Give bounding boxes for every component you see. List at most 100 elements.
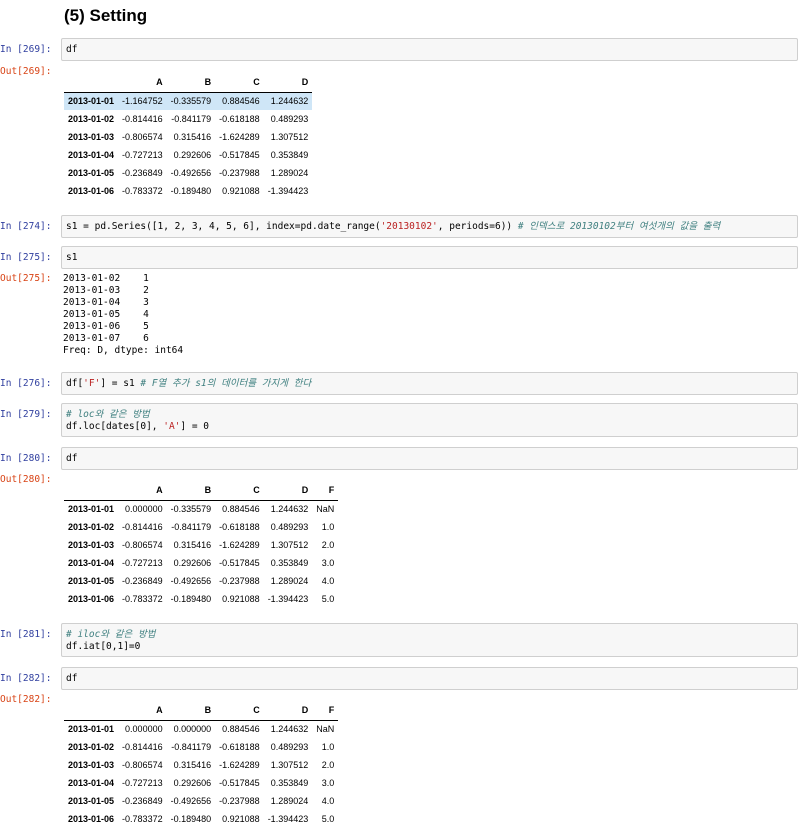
table-cell: -1.624289 [219, 760, 260, 770]
code-text: df.iat[0,1]=0 [66, 641, 141, 652]
row-index: 2013-01-04 [68, 150, 115, 160]
in-prompt-275: In [275]: [0, 252, 52, 263]
code-cell-269[interactable]: df [61, 38, 798, 61]
column-header: D [263, 73, 313, 93]
table-cell: 0.353849 [270, 778, 309, 788]
table-cell: -0.806574 [122, 132, 163, 142]
in-prompt-281: In [281]: [0, 629, 52, 640]
table-cell: -0.841179 [171, 114, 212, 124]
table-cell: 1.244632 [270, 504, 309, 515]
table-cell: -0.517845 [219, 558, 260, 568]
code-cell-279[interactable]: # loc와 같은 방법 df.loc[dates[0], 'A'] = 0 [61, 403, 798, 437]
table-cell: -0.236849 [122, 168, 163, 178]
table-cell: -0.618188 [219, 522, 260, 532]
in-prompt-279: In [279]: [0, 409, 52, 420]
table-cell: 4.0 [321, 576, 335, 586]
row-index: 2013-01-03 [68, 540, 115, 550]
code-cell-275[interactable]: s1 [61, 246, 798, 269]
table-cell: 0.353849 [270, 150, 309, 160]
index-header [64, 73, 119, 93]
table-cell: -0.517845 [219, 778, 260, 788]
table-row: 2013-01-03 -0.806574 0.315416 -1.624289 1.30… [64, 536, 338, 554]
table-cell: -0.814416 [122, 114, 163, 124]
index-header [64, 701, 119, 721]
table-cell: 2.0 [321, 760, 335, 770]
out-prompt-269: Out[269]: [0, 66, 52, 77]
table-cell: -1.394423 [267, 594, 309, 604]
table-row: 2013-01-05 -0.236849 -0.492656 -0.237988 1.2… [64, 164, 312, 182]
code-text: df [66, 453, 78, 464]
table-cell: -0.492656 [170, 796, 212, 806]
table-row: 2013-01-02 -0.814416 -0.841179 -0.618188 0.4… [64, 110, 312, 128]
table-cell: -0.236849 [122, 796, 163, 806]
column-header: A [118, 73, 167, 93]
row-index: 2013-01-01 [68, 504, 115, 515]
code-comment: # 인덱스로 20130102부터 여섯개의 값을 출력 [517, 221, 721, 232]
code-cell-281[interactable]: # iloc와 같은 방법 df.iat[0,1]=0 [61, 623, 798, 657]
table-cell: 0.315416 [173, 760, 212, 770]
table-header-row: ABCD [64, 73, 313, 93]
code-text: df.loc[dates[0], [66, 421, 164, 432]
out-prompt-280: Out[280]: [0, 474, 52, 485]
table-cell: 3.0 [321, 558, 335, 568]
row-index: 2013-01-02 [68, 114, 115, 124]
dataframe-output-269: A B C D 2013-01-01 -1.164752 -0.335579 0.884546… [64, 73, 313, 200]
table-cell: -0.237988 [219, 168, 260, 178]
table-cell: 0.000000 [173, 724, 212, 735]
code-cell-280[interactable]: df [61, 447, 798, 470]
table-cell: -0.783372 [122, 594, 163, 604]
row-index: 2013-01-05 [68, 168, 115, 178]
column-header: B [166, 73, 216, 93]
code-cell-274[interactable]: s1 = pd.Series([1, 2, 3, 4, 5, 6], index… [61, 215, 798, 238]
series-output-275: 2013-01-02 1 2013-01-03 2 2013-01-04 3 2… [63, 273, 184, 356]
table-row: 2013-01-03 -0.806574 0.315416 -1.624289 1.30… [64, 756, 338, 774]
column-header: F [312, 701, 339, 721]
column-header: B [166, 701, 216, 721]
column-header: A [118, 481, 167, 501]
row-index: 2013-01-05 [68, 796, 115, 806]
column-header: C [215, 481, 264, 501]
table-cell: 5.0 [321, 814, 335, 824]
column-header: B [166, 481, 216, 501]
code-comment: # iloc와 같은 방법 [66, 629, 156, 640]
section-heading: (5) Setting [64, 6, 148, 25]
table-cell: -0.806574 [122, 760, 163, 770]
table-cell: -0.727213 [122, 558, 163, 568]
column-header: F [312, 481, 339, 501]
column-header: A [118, 701, 167, 721]
table-cell: 2.0 [321, 540, 335, 550]
code-comment: # F열 추가 s1의 데이터를 가지게 한다 [140, 378, 312, 389]
table-cell: -0.236849 [122, 576, 163, 586]
table-cell: -0.814416 [122, 522, 163, 532]
table-cell: 1.244632 [270, 724, 309, 735]
row-index: 2013-01-06 [68, 814, 115, 824]
table-row: 2013-01-02 -0.814416 -0.841179 -0.618188 0.4… [64, 738, 338, 756]
table-cell: NaN [316, 724, 335, 735]
table-cell: 1.307512 [270, 760, 309, 770]
table-cell: -1.394423 [267, 814, 309, 824]
table-header-row: ABCDF [64, 481, 339, 501]
table-cell: -0.492656 [170, 576, 212, 586]
row-index: 2013-01-01 [68, 724, 115, 735]
table-cell: 1.289024 [270, 168, 309, 178]
code-text: s1 [66, 252, 78, 263]
table-cell: 0.489293 [270, 522, 309, 532]
in-prompt-269: In [269]: [0, 44, 52, 55]
table-row: 2013-01-05 -0.236849 -0.492656 -0.237988 1.2… [64, 792, 338, 810]
table-row: 2013-01-06 -0.783372 -0.189480 0.921088 -1.3… [64, 590, 338, 608]
dataframe-output-280: A B C D F 2013-01-01 0.000000 -0.335579 0.884546… [64, 481, 339, 608]
table-cell: 1.289024 [270, 796, 309, 806]
in-prompt-274: In [274]: [0, 221, 52, 232]
table-cell: 0.353849 [270, 558, 309, 568]
table-cell: 0.292606 [173, 778, 212, 788]
dataframe-output-282: A B C D F 2013-01-01 0.000000 0.000000 0.884546 1… [64, 701, 339, 828]
table-cell: -0.237988 [219, 576, 260, 586]
row-index: 2013-01-02 [68, 742, 115, 752]
table-cell: 0.315416 [173, 540, 212, 550]
table-cell: -0.783372 [122, 186, 163, 196]
table-cell: -0.618188 [219, 114, 260, 124]
code-cell-282[interactable]: df [61, 667, 798, 690]
code-comment: # loc와 같은 방법 [66, 409, 150, 420]
table-row: 2013-01-05 -0.236849 -0.492656 -0.237988 1.2… [64, 572, 338, 590]
code-cell-276[interactable]: df['F'] = s1 # F열 추가 s1의 데이터를 가지게 한다 [61, 372, 798, 395]
